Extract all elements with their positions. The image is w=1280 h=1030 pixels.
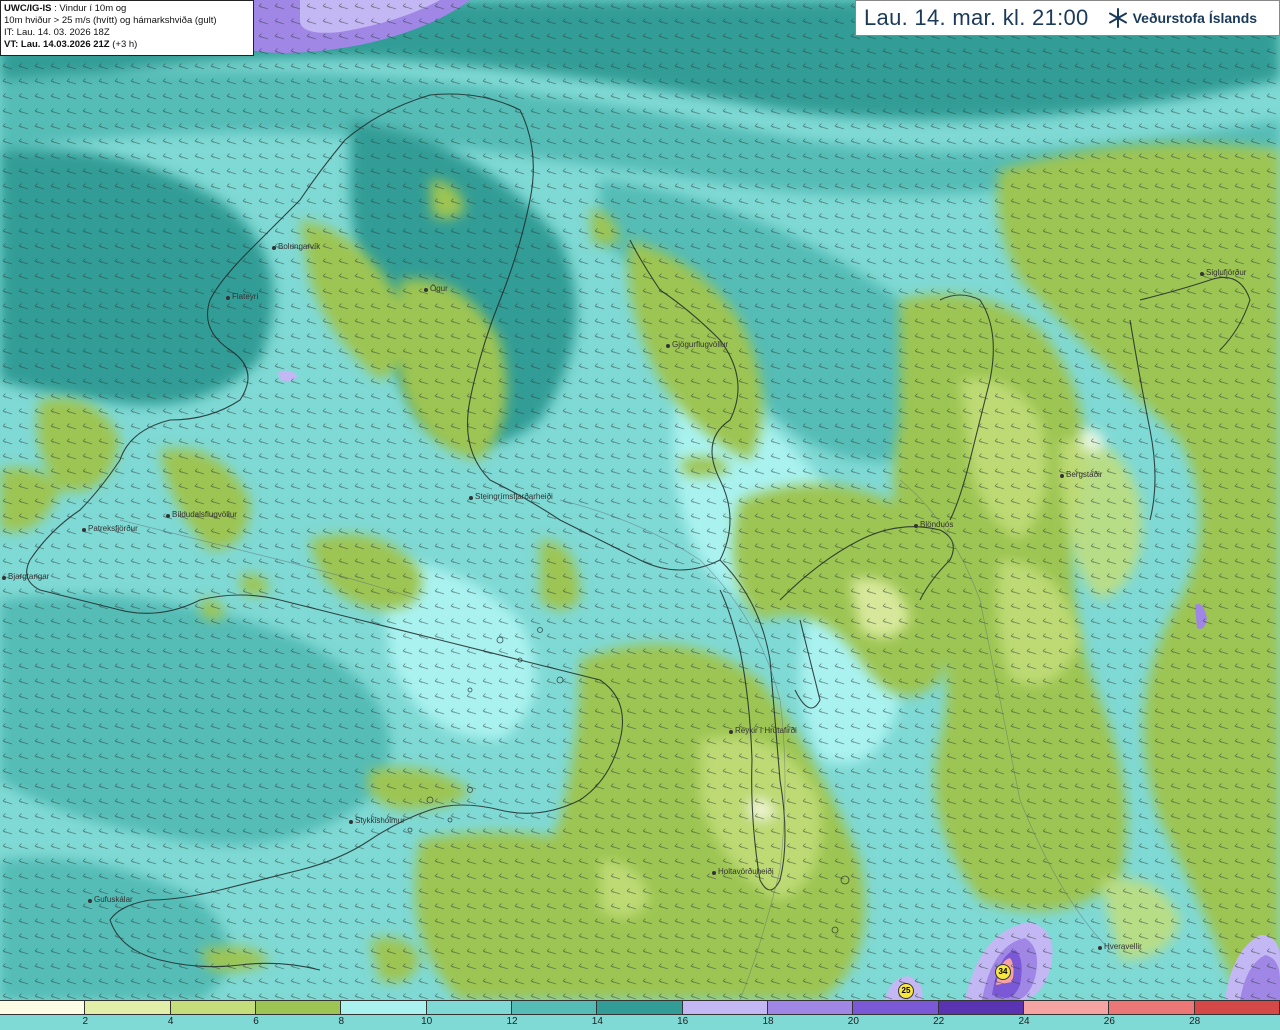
legend-label: 26 [1103, 1016, 1115, 1027]
place-name: Patreksfjörður [88, 524, 138, 533]
place-name: Bolungarvík [278, 242, 321, 251]
legend-swatch [170, 1001, 256, 1014]
place-marker [349, 820, 353, 824]
info-line-3: IT: Lau. 14. 03. 2026 18Z [4, 27, 110, 38]
place-name: Bergstaðir [1066, 470, 1103, 479]
legend-swatch [1023, 1001, 1110, 1014]
place-marker [424, 288, 428, 292]
legend-label: 12 [506, 1016, 518, 1027]
legend-swatch [767, 1001, 854, 1014]
valid-time-box: Lau. 14. mar. kl. 21:00 Veðurstofa Íslan… [855, 0, 1280, 36]
valid-time-code: VT: Lau. 14.03.2026 21Z [4, 39, 110, 50]
legend-swatch [1194, 1001, 1280, 1014]
place-marker [1200, 272, 1204, 276]
place-name: Reykir í Hrútafirði [735, 726, 797, 735]
legend-swatch [255, 1001, 342, 1014]
snowflake-icon [1108, 8, 1127, 28]
max-gust-value: 34 [995, 964, 1011, 980]
info-line-1-rest: : Vindur í 10m og [51, 3, 127, 14]
valid-time: Lau. 14. mar. kl. 21:00 [864, 5, 1089, 30]
place-marker [166, 514, 170, 518]
legend-color-bar [0, 1000, 1280, 1015]
place-marker [226, 296, 230, 300]
place-marker [82, 528, 86, 532]
info-line-2: 10m hviður > 25 m/s (hvítt) og hámarkshv… [4, 15, 217, 26]
place-marker [272, 246, 276, 250]
place-name: Steingrímsfjarðarheiði [475, 492, 553, 501]
info-line-4: VT: Lau. 14.03.2026 21Z (+3 h) [4, 39, 250, 51]
legend-swatch [682, 1001, 768, 1014]
legend-label: 4 [167, 1016, 174, 1027]
forecast-info-box: UWC/IG-IS : Vindur í 10m og 10m hviður >… [0, 0, 254, 56]
model-name: UWC/IG-IS [4, 3, 52, 14]
legend-label: 24 [1018, 1016, 1030, 1027]
place-name: Hveravellir [1104, 942, 1142, 951]
place-name: Blönduós [920, 520, 954, 529]
place-marker [712, 871, 716, 875]
place-marker [88, 899, 92, 903]
forecast-offset: (+3 h) [109, 39, 138, 50]
legend-label: 18 [762, 1016, 774, 1027]
place-name: Gjögurflugvöllur [672, 340, 729, 349]
place-name: Stykkishólmur [355, 816, 405, 825]
legend-swatch [938, 1001, 1024, 1014]
max-gust-value: 25 [898, 983, 914, 999]
legend-label: 28 [1189, 1016, 1201, 1027]
place-name: Siglufjörður [1206, 268, 1247, 277]
legend-label: 2 [82, 1016, 89, 1027]
place-name: Holtavörðuheiði [718, 867, 774, 876]
place-name: Ögur [430, 284, 448, 293]
legend-swatch [0, 1001, 86, 1014]
place-marker [1098, 946, 1102, 950]
legend-label: 14 [591, 1016, 603, 1027]
place-name: Flateyri [232, 292, 259, 301]
legend-swatch [1109, 1001, 1195, 1014]
legend-swatch [597, 1001, 683, 1014]
info-line-1: UWC/IG-IS : Vindur í 10m og [4, 3, 250, 15]
legend-label: 8 [338, 1016, 345, 1027]
wind-speed-legend: 2 4 6 8 10 12 14 16 18 20 22 24 26 28 [0, 1000, 1280, 1030]
vedurstofa-logo: Veðurstofa Íslands [1107, 7, 1257, 29]
place-marker [666, 344, 670, 348]
legend-label: 22 [933, 1016, 945, 1027]
legend-label: 16 [677, 1016, 689, 1027]
place-name: Bíldudalsflugvöllur [172, 510, 237, 519]
place-name: Bjargtangar [8, 572, 50, 581]
legend-swatch [341, 1001, 427, 1014]
place-marker [914, 524, 918, 528]
place-name: Gufuskálar [94, 895, 133, 904]
place-marker [2, 576, 6, 580]
legend-label: 10 [421, 1016, 433, 1027]
legend-swatch [853, 1001, 939, 1014]
legend-swatch [426, 1001, 512, 1014]
place-marker [1060, 474, 1064, 478]
legend-label: 6 [253, 1016, 259, 1027]
place-marker [729, 730, 733, 734]
place-marker [469, 496, 473, 500]
legend-swatch [85, 1001, 171, 1014]
legend-labels: 2 4 6 8 10 12 14 16 18 20 22 24 26 28 [0, 1016, 1280, 1030]
logo-text: Veðurstofa Íslands [1132, 10, 1258, 26]
legend-swatch [511, 1001, 598, 1014]
legend-label: 20 [847, 1016, 859, 1027]
